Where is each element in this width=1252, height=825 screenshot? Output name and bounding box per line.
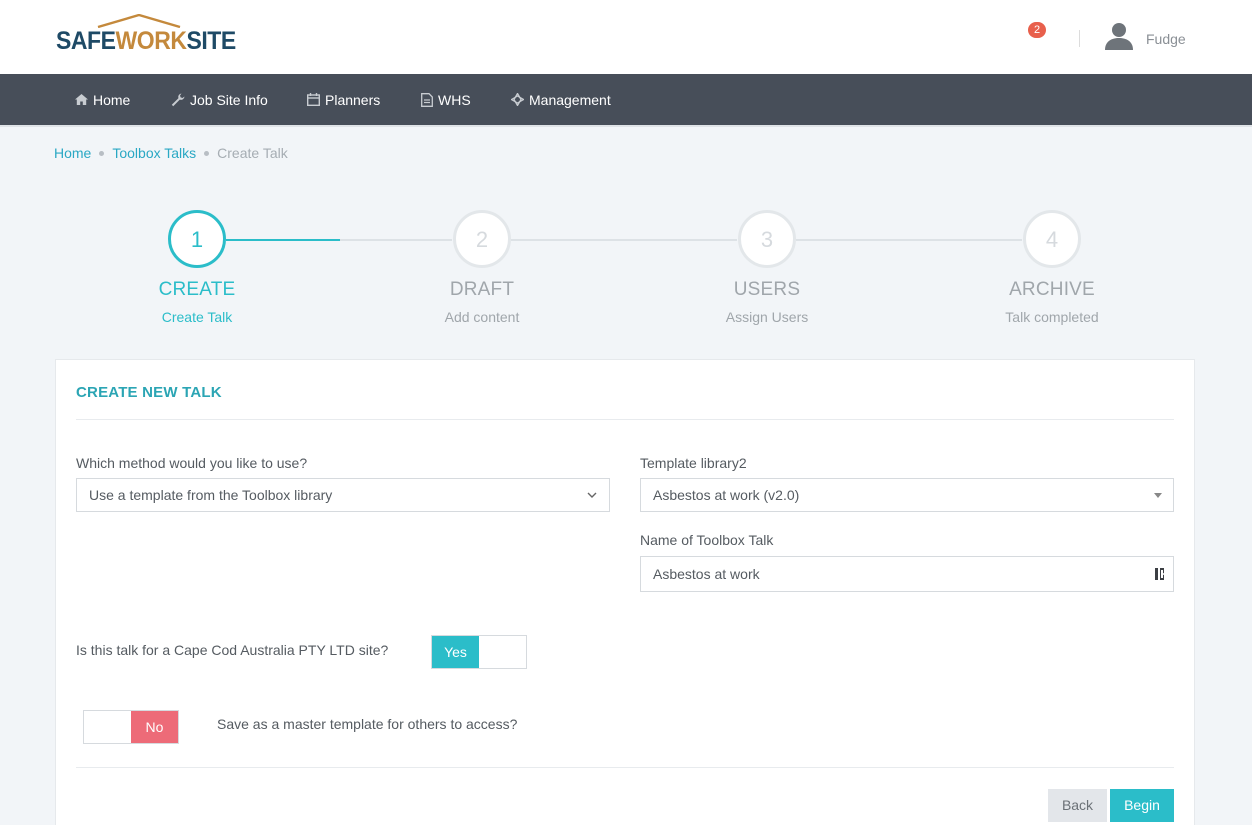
breadcrumb-separator (99, 150, 105, 156)
site-toggle-yes: Yes (432, 636, 479, 668)
logo-roof-icon (97, 14, 181, 28)
step-3-subtitle: Assign Users (725, 309, 809, 325)
method-select[interactable]: Use a template from the Toolbox library (76, 478, 610, 512)
calendar-icon (307, 93, 320, 106)
step-1-subtitle: Create Talk (161, 309, 233, 325)
nav-management-label: Management (529, 91, 611, 108)
step-4-title: ARCHIVE (1009, 279, 1095, 300)
talk-name-input[interactable]: Asbestos at work (640, 556, 1174, 592)
nav-home-label: Home (93, 91, 131, 108)
breadcrumb-current: Create Talk (217, 145, 288, 161)
site-toggle[interactable]: Yes (431, 635, 527, 669)
breadcrumb: Home Toolbox Talks Create Talk (54, 145, 288, 161)
back-button[interactable]: Back (1048, 789, 1107, 822)
nav-job-site-info[interactable]: Job Site Info (171, 74, 268, 125)
begin-button[interactable]: Begin (1110, 789, 1174, 822)
home-icon (75, 94, 88, 105)
card-title: CREATE NEW TALK (76, 384, 222, 401)
method-label: Which method would you like to use? (76, 455, 308, 471)
logo-part-site: SITE (186, 27, 236, 55)
main-nav: Home Job Site Info Planners WHS Manageme… (0, 74, 1252, 127)
user-avatar-icon[interactable] (1104, 22, 1134, 50)
step-4-circle: 4 (1023, 210, 1081, 268)
master-question-label: Save as a master template for others to … (217, 716, 518, 732)
nav-job-site-info-label: Job Site Info (190, 91, 268, 108)
step-2-circle: 2 (453, 210, 511, 268)
breadcrumb-toolbox-talks[interactable]: Toolbox Talks (112, 145, 196, 161)
template-select[interactable]: Asbestos at work (v2.0) (640, 478, 1174, 512)
step-3-title: USERS (733, 279, 801, 300)
breadcrumb-home[interactable]: Home (54, 145, 91, 161)
talk-name-label: Name of Toolbox Talk (640, 532, 774, 548)
logo-part-work: WORK (115, 27, 187, 55)
nav-whs[interactable]: WHS (421, 74, 471, 125)
header-divider (1079, 30, 1080, 47)
document-icon (421, 92, 433, 107)
nav-planners-label: Planners (325, 91, 381, 108)
breadcrumb-separator (204, 150, 210, 156)
step-4-subtitle: Talk completed (1005, 309, 1099, 325)
logo-part-safe: SAFE (56, 27, 116, 55)
master-toggle-no: No (131, 711, 178, 743)
site-question-label: Is this talk for a Cape Cod Australia PT… (76, 642, 389, 658)
template-select-value: Asbestos at work (v2.0) (653, 487, 800, 503)
step-connector-progress (226, 239, 340, 241)
step-2-subtitle: Add content (444, 309, 520, 325)
top-header: SAFEWORKSITE 2 Fudge (0, 0, 1252, 74)
template-label: Template library2 (640, 455, 747, 471)
form-footer-divider (76, 767, 1174, 768)
notification-badge[interactable]: 2 (1028, 22, 1046, 38)
password-manager-icon[interactable] (1153, 567, 1167, 581)
nav-home[interactable]: Home (75, 74, 130, 125)
nav-whs-label: WHS (438, 91, 471, 108)
step-2-title: DRAFT (449, 279, 515, 300)
nav-planners[interactable]: Planners (307, 74, 380, 125)
talk-name-value: Asbestos at work (653, 566, 760, 582)
step-3-circle: 3 (738, 210, 796, 268)
caret-down-icon (1154, 493, 1162, 498)
step-1-circle: 1 (168, 210, 226, 268)
create-talk-card: CREATE NEW TALK Which method would you l… (55, 359, 1195, 825)
master-template-toggle[interactable]: No (83, 710, 179, 744)
step-connector-2 (511, 239, 737, 241)
safeworksite-logo[interactable]: SAFEWORKSITE (56, 14, 251, 54)
step-1-title: CREATE (158, 279, 236, 300)
crosshair-icon (511, 93, 524, 106)
nav-management[interactable]: Management (511, 74, 611, 125)
card-title-divider (76, 419, 1174, 420)
chevron-down-icon (587, 492, 597, 498)
step-connector-3 (796, 239, 1022, 241)
master-toggle-empty (84, 711, 131, 743)
site-toggle-empty (479, 636, 526, 668)
logo-wordmark: SAFEWORKSITE (56, 29, 236, 54)
user-name[interactable]: Fudge (1146, 31, 1186, 47)
method-select-value: Use a template from the Toolbox library (89, 487, 333, 503)
wrench-icon (171, 93, 185, 106)
